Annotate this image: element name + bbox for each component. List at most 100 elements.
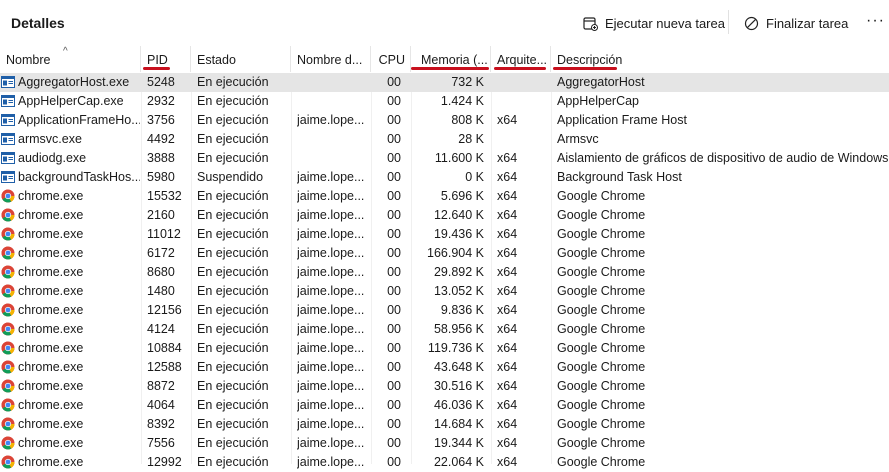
table-row[interactable]: chrome.exe 4064 En ejecución jaime.lope... 0… <box>0 396 889 415</box>
run-new-task-label: Ejecutar nueva tarea <box>605 15 725 31</box>
cell-desc: Google Chrome <box>557 284 646 298</box>
process-table: AggregatorHost.exe 5248 En ejecución 00 732 … <box>0 73 889 472</box>
cell-pid: 11012 <box>147 227 181 241</box>
table-row[interactable]: AppHelperCap.exe 2932 En ejecución 00 1.424 … <box>0 92 889 111</box>
cell-user: jaime.lope... <box>297 113 365 127</box>
cell-cpu: 00 <box>387 113 401 127</box>
cell-user: jaime.lope... <box>297 303 365 317</box>
memory-annotation-underline <box>411 67 489 70</box>
table-row[interactable]: AggregatorHost.exe 5248 En ejecución 00 732 … <box>0 73 889 92</box>
table-row[interactable]: chrome.exe 6172 En ejecución jaime.lope... 0… <box>0 244 889 263</box>
cell-pid: 3888 <box>147 151 175 165</box>
cell-user: jaime.lope... <box>297 284 365 298</box>
cell-mem: 30.516 K <box>433 379 484 393</box>
table-row[interactable]: chrome.exe 1480 En ejecución jaime.lope... 0… <box>0 282 889 301</box>
cell-name: ApplicationFrameHo... <box>18 113 140 127</box>
cell-name: backgroundTaskHos... <box>18 170 140 184</box>
column-header-user-label: Nombre d... <box>297 53 363 67</box>
cell-pid: 8872 <box>147 379 175 393</box>
column-header-row: ^ Nombre PID Estado Nombre d... CPU Memo… <box>0 46 889 72</box>
cell-user: jaime.lope... <box>297 189 365 203</box>
cell-arch <box>497 73 549 92</box>
table-row[interactable]: backgroundTaskHos... 5980 Suspendido jaime.… <box>0 168 889 187</box>
cell-name: armsvc.exe <box>18 132 82 146</box>
table-row[interactable]: chrome.exe 8872 En ejecución jaime.lope... 0… <box>0 377 889 396</box>
cell-user: jaime.lope... <box>297 341 365 355</box>
cell-arch <box>497 92 549 111</box>
pid-annotation-underline <box>143 67 170 70</box>
table-row[interactable]: chrome.exe 4124 En ejecución jaime.lope... 0… <box>0 320 889 339</box>
cell-mem: 14.684 K <box>433 417 484 431</box>
cell-desc: AggregatorHost <box>557 75 645 89</box>
cell-desc: Google Chrome <box>557 189 646 203</box>
table-row[interactable]: chrome.exe 7556 En ejecución jaime.lope... 0… <box>0 434 889 453</box>
cell-pid: 4064 <box>147 398 175 412</box>
cell-state: En ejecución <box>197 303 269 317</box>
cell-cpu: 00 <box>387 75 401 89</box>
column-header-state[interactable]: Estado <box>191 46 291 72</box>
table-row[interactable]: chrome.exe 8392 En ejecución jaime.lope... 0… <box>0 415 889 434</box>
cell-arch: x64 <box>497 398 518 412</box>
architecture-annotation-underline <box>494 67 546 70</box>
cell-pid: 6172 <box>147 246 175 260</box>
cell-desc: Google Chrome <box>557 379 646 393</box>
table-row[interactable]: chrome.exe 12588 En ejecución jaime.lope...… <box>0 358 889 377</box>
cell-pid: 8680 <box>147 265 175 279</box>
cell-mem: 9.836 K <box>440 303 484 317</box>
table-row[interactable]: chrome.exe 11012 En ejecución jaime.lope...… <box>0 225 889 244</box>
cell-cpu: 00 <box>387 398 401 412</box>
cell-state: En ejecución <box>197 322 269 336</box>
run-new-task-button[interactable]: Ejecutar nueva tarea <box>583 10 725 36</box>
cell-mem: 29.892 K <box>433 265 484 279</box>
table-row[interactable]: chrome.exe 12156 En ejecución jaime.lope...… <box>0 301 889 320</box>
cell-state: Suspendido <box>197 170 264 184</box>
top-bar: Detalles Ejecutar nueva tarea Finalizar … <box>0 0 889 46</box>
cell-pid: 15532 <box>147 189 182 203</box>
cell-arch: x64 <box>497 170 518 184</box>
cell-name: chrome.exe <box>18 227 84 241</box>
column-header-arch-label: Arquite... <box>497 53 548 67</box>
cell-arch: x64 <box>497 455 518 469</box>
cell-arch: x64 <box>497 436 518 450</box>
cell-pid: 12588 <box>147 360 182 374</box>
cell-name: AggregatorHost.exe <box>18 75 130 89</box>
cell-cpu: 00 <box>387 151 401 165</box>
cell-mem: 11.600 K <box>434 151 484 165</box>
cell-mem: 22.064 K <box>433 455 484 469</box>
cell-state: En ejecución <box>197 341 269 355</box>
cell-user: jaime.lope... <box>297 246 365 260</box>
cell-user: jaime.lope... <box>297 417 365 431</box>
cell-desc: Google Chrome <box>557 436 646 450</box>
cell-desc: Google Chrome <box>557 341 646 355</box>
cell-state: En ejecución <box>197 208 269 222</box>
table-row[interactable]: audiodg.exe 3888 En ejecución 00 11.600 K x64… <box>0 149 889 168</box>
table-row[interactable]: chrome.exe 10884 En ejecución jaime.lope...… <box>0 339 889 358</box>
table-row[interactable]: ApplicationFrameHo... 3756 En ejecución jai… <box>0 111 889 130</box>
cell-cpu: 00 <box>387 227 401 241</box>
table-row[interactable]: chrome.exe 15532 En ejecución jaime.lope...… <box>0 187 889 206</box>
cell-mem: 13.052 K <box>433 284 484 298</box>
cell-arch <box>497 130 549 149</box>
cell-pid: 10884 <box>147 341 182 355</box>
table-row[interactable]: armsvc.exe 4492 En ejecución 00 28 K Armsvc <box>0 130 889 149</box>
cell-arch: x64 <box>497 417 518 431</box>
column-header-user[interactable]: Nombre d... <box>291 46 371 72</box>
more-options-button[interactable]: ··· <box>866 10 885 36</box>
table-row[interactable]: chrome.exe 12992 En ejecución jaime.lope...… <box>0 453 889 472</box>
cell-desc: AppHelperCap <box>557 94 639 108</box>
column-header-cpu[interactable]: CPU <box>371 46 411 72</box>
cell-state: En ejecución <box>197 151 269 165</box>
cell-state: En ejecución <box>197 75 269 89</box>
table-row[interactable]: chrome.exe 2160 En ejecución jaime.lope... 0… <box>0 206 889 225</box>
cell-user: jaime.lope... <box>297 322 365 336</box>
cell-user <box>297 149 369 168</box>
column-header-name[interactable]: ^ Nombre <box>0 46 141 72</box>
cell-state: En ejecución <box>197 284 269 298</box>
end-task-button[interactable]: Finalizar tarea <box>744 10 848 36</box>
table-row[interactable]: chrome.exe 8680 En ejecución jaime.lope... 0… <box>0 263 889 282</box>
cell-desc: Google Chrome <box>557 303 646 317</box>
cell-name: chrome.exe <box>18 322 84 336</box>
cell-state: En ejecución <box>197 189 269 203</box>
cell-pid: 8392 <box>147 417 175 431</box>
cell-cpu: 00 <box>387 322 401 336</box>
